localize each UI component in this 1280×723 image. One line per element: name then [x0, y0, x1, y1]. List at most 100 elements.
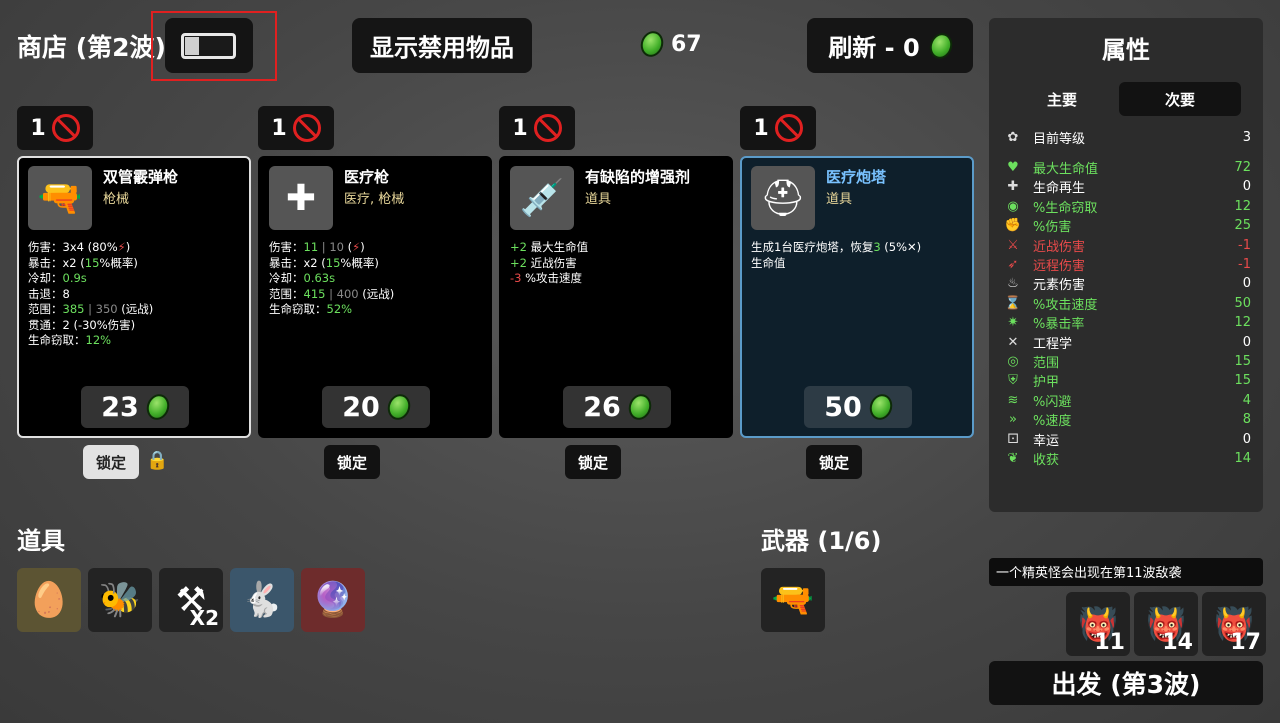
- egg-icon[interactable]: 🥚: [17, 568, 81, 632]
- stat-segment: 12%: [85, 333, 112, 347]
- stat-segment: -3: [510, 271, 522, 285]
- stat-row: ◎ 范围 15: [1003, 352, 1251, 371]
- stat-row: ⌛ %攻击速度 50: [1003, 294, 1251, 313]
- enemy-waves: 👹 11 👹 14 👹 17: [1066, 592, 1266, 656]
- stat-value: 14: [1234, 451, 1251, 466]
- stat-value: 50: [1234, 295, 1251, 311]
- stat-segment: ⚡: [117, 240, 126, 254]
- tab-secondary[interactable]: 次要: [1119, 82, 1241, 116]
- item-name: 双管霰弹枪: [103, 168, 179, 186]
- stat-label: 护甲: [1033, 375, 1060, 391]
- ban-badge[interactable]: 1: [17, 106, 93, 150]
- reroll-label: 刷新 - 0: [828, 34, 920, 62]
- shop-card[interactable]: ✚ 医疗枪 医疗, 枪械 伤害：11 | 10 (⚡) 暴击：x2 (15%概率) 冷却：…: [258, 156, 492, 438]
- stat-segment: 15: [84, 255, 100, 270]
- stat-segment: (5%✕): [880, 240, 922, 254]
- heart-icon: ♥: [1007, 160, 1019, 175]
- price-button[interactable]: 23: [81, 386, 189, 428]
- stat-line: 生成1台医疗炮塔，恢复3 (5%✕): [751, 240, 921, 256]
- stat-segment: 暴击：x2 (: [269, 255, 326, 270]
- stat-row: ✕ 工程学 0: [1003, 333, 1251, 352]
- stat-label: 收获: [1033, 453, 1060, 468]
- stat-segment: ): [360, 240, 365, 254]
- tab-primary[interactable]: 主要: [1001, 82, 1123, 116]
- engineering-icon: ✕: [1007, 334, 1019, 350]
- shop-card[interactable]: ⛑ 医疗炮塔 道具 生成1台医疗炮塔，恢复3 (5%✕) 生命值 50: [740, 156, 974, 438]
- lock-button[interactable]: 锁定: [806, 445, 862, 479]
- stat-label: %伤害: [1033, 220, 1072, 236]
- stat-label: %暴击率: [1033, 317, 1085, 333]
- go-button[interactable]: 出发 (第3波): [989, 661, 1263, 705]
- material-coin-icon: [865, 391, 896, 423]
- stat-segment: +2: [510, 255, 527, 270]
- stats-panel: 属性 主要 次要 ✿ 目前等级 3 ♥ 最大生命值 72 ✚ 生命再生 0 ◉ %生命窃取 12 ✊ %伤…: [989, 18, 1263, 512]
- stat-segment: (: [343, 240, 353, 254]
- stat-label: 最大生命值: [1033, 162, 1099, 177]
- ban-count: 1: [512, 115, 528, 141]
- stat-segment: | 350: [84, 302, 118, 316]
- wave-number: 14: [1162, 630, 1193, 655]
- shop-card[interactable]: 🔫 双管霰弹枪 枪械 伤害：3x4 (80%⚡) 暴击：x2 (15%概率) 冷却：0.9…: [17, 156, 251, 438]
- stat-value: 0: [1242, 276, 1251, 292]
- stat-line: 冷却：0.63s: [269, 271, 394, 287]
- ranged-icon: ➶: [1007, 257, 1019, 272]
- price-button[interactable]: 26: [563, 386, 671, 428]
- stat-line: 暴击：x2 (15%概率): [28, 256, 153, 272]
- stat-segment: 范围：: [28, 302, 63, 316]
- material-coin-icon: [142, 391, 173, 423]
- items-header: 道具: [17, 527, 65, 555]
- price-value: 20: [342, 391, 380, 423]
- stat-segment: 0.63s: [303, 271, 336, 285]
- shotgun-icon[interactable]: 🔫: [761, 568, 825, 632]
- stat-line: 范围：415 | 400 (远战): [269, 287, 394, 303]
- price-button[interactable]: 20: [322, 386, 430, 428]
- stat-row: ➶ 远程伤害 -1: [1003, 255, 1251, 274]
- wave-number: 17: [1230, 630, 1261, 655]
- stat-label: %闪避: [1033, 394, 1072, 410]
- stat-label: %速度: [1033, 414, 1072, 430]
- ban-badge[interactable]: 1: [740, 106, 816, 150]
- stat-segment: 范围：: [269, 286, 304, 301]
- stat-segment: 生命值: [751, 255, 786, 270]
- stat-row: » %速度 8: [1003, 410, 1251, 429]
- lock-button[interactable]: 锁定: [324, 445, 380, 479]
- crystal-ball-icon[interactable]: 🔮: [301, 568, 365, 632]
- reroll-button[interactable]: 刷新 - 0: [807, 18, 973, 73]
- stat-segment: ⚡: [352, 240, 361, 254]
- stat-value: 25: [1234, 218, 1251, 234]
- stat-row: ⚀ 幸运 0: [1003, 430, 1251, 449]
- stat-value: 0: [1242, 431, 1251, 447]
- stat-segment: 生成1台医疗炮塔，恢复: [751, 240, 874, 254]
- ban-icon: [292, 114, 321, 142]
- price-button[interactable]: 50: [804, 386, 912, 428]
- stat-segment: 最大生命值: [526, 240, 589, 254]
- stat-segment: 11: [303, 240, 319, 254]
- item-type: 医疗, 枪械: [344, 192, 405, 207]
- stat-segment: | 10: [318, 240, 344, 254]
- stat-segment: 385: [62, 302, 85, 316]
- stat-label: 近战伤害: [1033, 239, 1086, 255]
- item-name: 有缺陷的增强剂: [585, 168, 691, 186]
- show-banned-items-button[interactable]: 显示禁用物品: [352, 18, 532, 73]
- stat-line: 生命窃取：52%: [269, 302, 394, 318]
- stat-segment: 冷却：: [28, 271, 63, 285]
- ban-icon: [51, 114, 80, 142]
- scythe-icon[interactable]: ⚒ X2: [159, 568, 223, 632]
- ban-icon: [774, 114, 803, 142]
- ban-badge[interactable]: 1: [499, 106, 575, 150]
- ban-badge[interactable]: 1: [258, 106, 334, 150]
- bee-icon[interactable]: 🐝: [88, 568, 152, 632]
- rabbit-icon[interactable]: 🐇: [230, 568, 294, 632]
- lock-button[interactable]: 锁定: [83, 445, 139, 479]
- stat-segment: 15: [325, 255, 341, 270]
- price-value: 26: [583, 391, 621, 423]
- material-coin-icon: [383, 391, 414, 423]
- material-coin-icon: [624, 391, 655, 423]
- item-stats: 生成1台医疗炮塔，恢复3 (5%✕) 生命值: [751, 240, 921, 271]
- shop-title: 商店 (第2波): [17, 33, 166, 62]
- damage-icon: ✊: [1004, 218, 1022, 234]
- lock-button[interactable]: 锁定: [565, 445, 621, 479]
- stat-row: ⛨ 护甲 15: [1003, 371, 1251, 390]
- shop-card[interactable]: 💉 有缺陷的增强剂 道具 +2 最大生命值 +2 近战伤害 -3 %攻击速度 26: [499, 156, 733, 438]
- wave-number: 11: [1094, 630, 1125, 655]
